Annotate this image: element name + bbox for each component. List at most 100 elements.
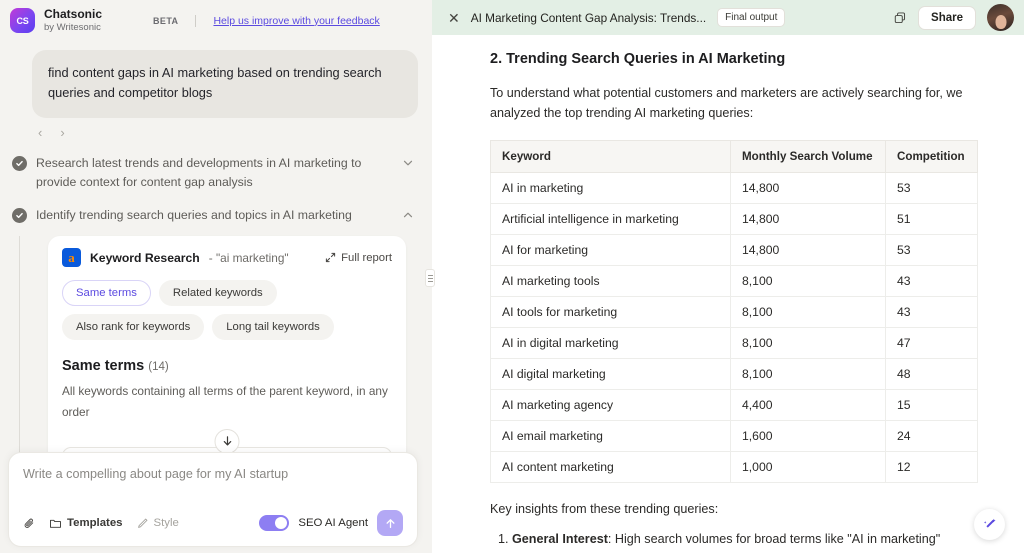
chip-long-tail-keywords[interactable]: Long tail keywords	[212, 314, 334, 341]
cell-keyword: AI digital marketing	[490, 357, 731, 390]
arrow-down-icon	[221, 435, 233, 447]
brand-text: Chatsonic by Writesonic	[44, 7, 103, 34]
cell-keyword: Artificial intelligence in marketing	[490, 202, 731, 235]
paperclip-icon	[23, 517, 36, 530]
table-row: AI marketing agency 4,400 15	[490, 388, 978, 421]
download-row	[62, 428, 392, 454]
pager-prev-button[interactable]: ‹	[38, 126, 42, 139]
chatsonic-logo-icon: CS	[10, 8, 35, 34]
cell-competition: 53	[885, 233, 978, 266]
same-terms-heading: Same terms (14)	[62, 358, 392, 374]
tool-card-title: Keyword Research	[90, 250, 200, 265]
keyword-type-chips: Same terms Related keywords Also rank fo…	[62, 280, 392, 341]
cell-volume: 8,100	[730, 357, 886, 390]
chip-also-rank-for-keywords[interactable]: Also rank for keywords	[62, 314, 205, 341]
table-row: AI marketing tools 8,100 43	[490, 264, 978, 297]
cell-volume: 4,400	[730, 388, 886, 421]
message-pager: ‹ ›	[0, 118, 432, 141]
chat-panel: CS Chatsonic by Writesonic BETA Help us …	[0, 0, 432, 553]
arrow-up-icon	[384, 517, 397, 530]
document-title: AI Marketing Content Gap Analysis: Trend…	[470, 10, 707, 25]
document-header-actions: Share	[893, 4, 1014, 31]
cell-volume: 14,800	[730, 202, 886, 235]
cell-competition: 47	[885, 326, 978, 359]
cell-volume: 14,800	[730, 171, 886, 204]
table-row: AI for marketing 14,800 53	[490, 233, 978, 266]
feedback-link[interactable]: Help us improve with your feedback	[213, 15, 379, 27]
step-label: Identify trending search queries and top…	[36, 208, 352, 223]
th-monthly-search-volume: Monthly Search Volume	[730, 139, 886, 173]
section-heading: 2. Trending Search Queries in AI Marketi…	[490, 51, 786, 67]
cell-keyword: AI marketing tools	[490, 264, 731, 297]
document-header: ✕ AI Marketing Content Gap Analysis: Tre…	[432, 0, 1024, 35]
header-divider	[195, 14, 197, 27]
expand-icon	[325, 252, 336, 263]
th-keyword: Keyword	[490, 139, 731, 173]
cell-volume: 1,000	[730, 450, 886, 483]
style-button[interactable]: Style	[136, 517, 179, 530]
cell-competition: 15	[885, 388, 978, 421]
check-icon	[12, 156, 27, 172]
templates-label: Templates	[67, 517, 123, 529]
chip-related-keywords[interactable]: Related keywords	[158, 280, 277, 307]
beta-badge: BETA	[153, 15, 179, 26]
table-row: AI in digital marketing 8,100 47	[490, 326, 978, 359]
cell-keyword: AI content marketing	[490, 450, 731, 483]
cell-competition: 48	[885, 357, 978, 390]
tool-card-header: a Keyword Research - "ai marketing" Full…	[62, 248, 392, 268]
cell-volume: 8,100	[730, 295, 886, 328]
user-avatar[interactable]	[987, 4, 1014, 31]
cell-keyword: AI email marketing	[490, 419, 731, 452]
download-button[interactable]	[214, 428, 240, 454]
panel-divider	[425, 0, 435, 553]
cell-keyword: AI for marketing	[490, 233, 731, 266]
cell-volume: 8,100	[730, 264, 886, 297]
cell-competition: 53	[885, 171, 978, 204]
brand-subtitle: by Writesonic	[44, 21, 101, 33]
send-button[interactable]	[377, 510, 403, 536]
seo-ai-agent-toggle[interactable]	[259, 515, 290, 531]
brand-header: CS Chatsonic by Writesonic BETA Help us …	[0, 0, 432, 40]
composer-toolbar: Templates Style SEO AI Agent	[23, 510, 403, 536]
attach-button[interactable]	[23, 517, 36, 530]
cell-keyword: AI in digital marketing	[490, 326, 731, 359]
step-item-identify[interactable]: Identify trending search queries and top…	[8, 199, 420, 232]
list-item: General Interest: High search volumes fo…	[512, 529, 978, 553]
cell-volume: 8,100	[730, 326, 886, 359]
table-row: Artificial intelligence in marketing 14,…	[490, 202, 978, 235]
cell-competition: 12	[885, 450, 978, 483]
table-row: AI digital marketing 8,100 48	[490, 357, 978, 390]
cell-competition: 24	[885, 419, 978, 452]
composer-input[interactable]: Write a compelling about page for my AI …	[23, 466, 403, 510]
panel-resize-handle[interactable]	[425, 269, 435, 287]
check-icon	[12, 208, 27, 224]
folder-icon	[49, 517, 62, 530]
key-insights-list: General Interest: High search volumes fo…	[490, 529, 978, 553]
table-row: AI content marketing 1,000 12	[490, 450, 978, 483]
chevron-up-icon[interactable]	[402, 209, 416, 221]
pager-next-button[interactable]: ›	[60, 126, 64, 139]
chip-same-terms[interactable]: Same terms	[62, 280, 151, 307]
templates-button[interactable]: Templates	[49, 517, 123, 530]
full-report-label: Full report	[341, 251, 392, 264]
step-item-research[interactable]: Research latest trends and developments …	[8, 147, 420, 199]
cell-competition: 43	[885, 264, 978, 297]
same-terms-title: Same terms	[62, 358, 145, 375]
table-body: AI in marketing 14,800 53 Artificial int…	[490, 171, 978, 483]
composer-right-controls: SEO AI Agent	[259, 510, 403, 536]
copy-icon[interactable]	[893, 11, 907, 25]
share-button[interactable]: Share	[918, 5, 976, 30]
ahrefs-icon: a	[62, 248, 81, 268]
cell-keyword: AI tools for marketing	[490, 295, 731, 328]
user-message-bubble: find content gaps in AI marketing based …	[32, 49, 418, 119]
close-icon[interactable]: ✕	[448, 11, 460, 25]
ai-assist-fab[interactable]	[974, 509, 1005, 540]
full-report-button[interactable]: Full report	[325, 252, 392, 264]
cell-competition: 51	[885, 202, 978, 235]
brand-name: Chatsonic	[44, 7, 103, 21]
cell-volume: 1,600	[730, 419, 886, 452]
chevron-down-icon[interactable]	[402, 157, 416, 169]
document-body: 2. Trending Search Queries in AI Marketi…	[432, 35, 1024, 553]
table-head: Keyword Monthly Search Volume Competitio…	[490, 139, 978, 173]
insight-term: General Interest	[512, 531, 608, 546]
